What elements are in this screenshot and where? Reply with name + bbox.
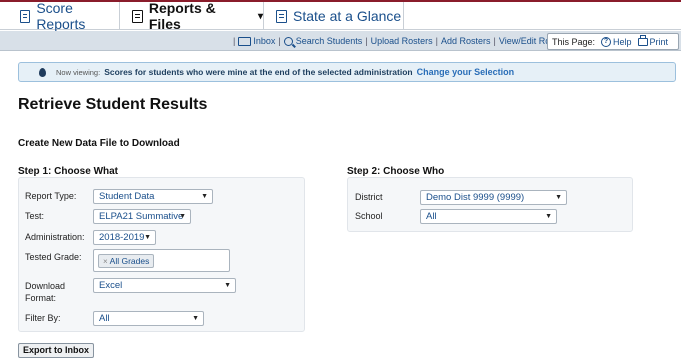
district-label: District — [355, 192, 383, 202]
grade-chip[interactable]: × All Grades — [98, 254, 155, 268]
inbox-link[interactable]: Inbox — [253, 36, 275, 46]
step2-heading: Step 2: Choose Who — [347, 166, 445, 177]
administration-label: Administration: — [25, 232, 85, 242]
top-navigation: Score Reports Reports & Files ▾ State at… — [0, 0, 681, 32]
chevron-down-icon: ▼ — [144, 234, 151, 241]
change-selection-link[interactable]: Change your Selection — [417, 67, 515, 77]
tab-reports-files[interactable]: Reports & Files ▾ — [120, 0, 264, 32]
file-icon — [132, 9, 143, 23]
tested-grade-multiselect[interactable]: × All Grades — [93, 249, 230, 272]
utility-bar: | Inbox | Search Students | Upload Roste… — [0, 31, 681, 51]
now-viewing-banner: Now viewing: Scores for students who wer… — [18, 62, 676, 82]
download-format-select[interactable]: Excel ▼ — [93, 278, 236, 293]
now-viewing-text: Scores for students who were mine at the… — [104, 67, 413, 77]
help-link[interactable]: ? Help — [601, 36, 632, 47]
remove-icon[interactable]: × — [103, 257, 108, 266]
chevron-down-icon: ▼ — [192, 315, 199, 322]
search-icon — [283, 36, 293, 46]
page-subtitle: Create New Data File to Download — [18, 138, 180, 149]
step1-heading: Step 1: Choose What — [18, 166, 119, 177]
this-page-label: This Page: — [552, 36, 596, 47]
print-link[interactable]: Print — [637, 34, 668, 47]
filter-by-select[interactable]: All ▼ — [93, 311, 204, 326]
report-type-select[interactable]: Student Data ▼ — [93, 189, 213, 204]
school-select[interactable]: All ▼ — [420, 209, 557, 224]
tab-label: Score Reports — [36, 0, 86, 32]
tab-state-at-a-glance[interactable]: State at a Glance — [264, 2, 404, 30]
add-rosters-link[interactable]: Add Rosters — [441, 36, 491, 46]
search-students-link[interactable]: Search Students — [296, 36, 363, 46]
tested-grade-label: Tested Grade: — [25, 252, 82, 262]
help-icon: ? — [601, 36, 612, 47]
inbox-icon — [238, 36, 252, 46]
utility-links: | Inbox | Search Students | Upload Roste… — [233, 36, 570, 46]
filter-by-label: Filter By: — [25, 313, 61, 323]
report-icon — [276, 9, 287, 23]
now-viewing-label: Now viewing: — [56, 67, 101, 77]
chevron-down-icon: ▼ — [545, 213, 552, 220]
chevron-down-icon: ▼ — [555, 194, 562, 201]
district-select[interactable]: Demo Dist 9999 (9999) ▼ — [420, 190, 567, 205]
page-title: Retrieve Student Results — [18, 96, 208, 113]
school-label: School — [355, 211, 383, 221]
chevron-down-icon: ▼ — [201, 193, 208, 200]
chevron-down-icon: ▼ — [224, 282, 231, 289]
test-label: Test: — [25, 211, 45, 221]
print-icon — [637, 34, 648, 46]
tab-label: Reports & Files — [148, 0, 216, 32]
export-to-inbox-button[interactable]: Export to Inbox — [18, 343, 94, 358]
report-type-label: Report Type: — [25, 191, 77, 201]
this-page-box: This Page: ? Help Print — [547, 33, 679, 50]
download-format-label: Download Format: — [25, 281, 66, 303]
report-icon — [20, 9, 31, 23]
administration-select[interactable]: 2018-2019 ▼ — [93, 230, 156, 245]
map-pin-icon — [39, 67, 46, 77]
test-select[interactable]: ELPA21 Summative ▼ — [93, 209, 191, 224]
tab-label: State at a Glance — [293, 8, 402, 24]
chevron-down-icon: ▾ — [257, 10, 263, 22]
chevron-down-icon: ▼ — [179, 213, 186, 220]
upload-rosters-link[interactable]: Upload Rosters — [371, 36, 433, 46]
tab-score-reports[interactable]: Score Reports — [8, 0, 120, 32]
